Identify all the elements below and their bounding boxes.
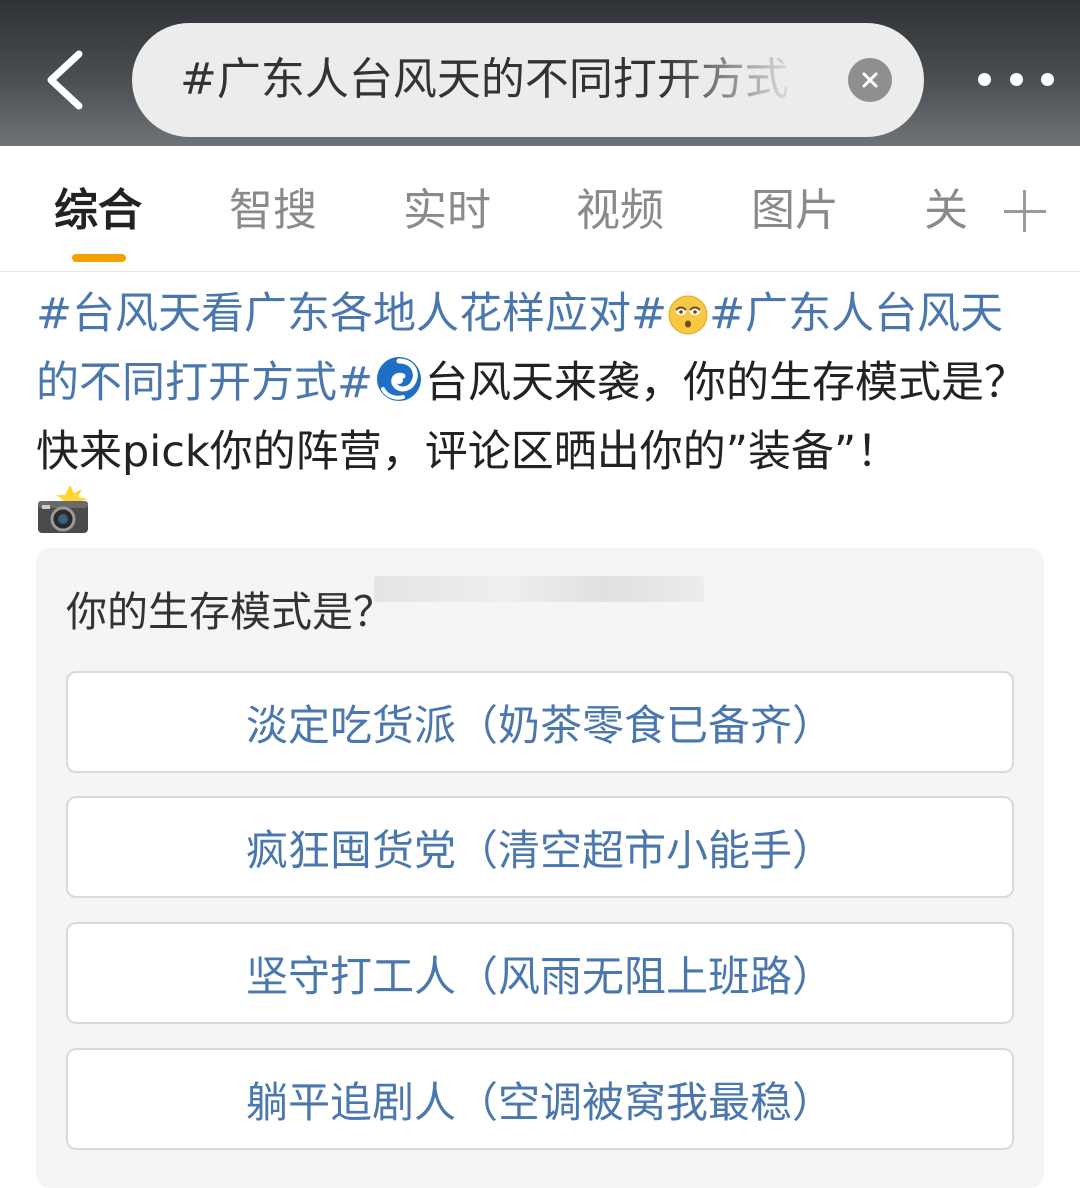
rolling-eyes-emoji-icon	[667, 292, 709, 353]
active-tab-indicator	[72, 254, 126, 262]
poll-option-3[interactable]: 坚守打工人（风雨无阻上班路）	[66, 922, 1014, 1024]
poll-card: 你的生存模式是？ 淡定吃货派（奶茶零食已备齐） 疯狂囤货党（清空超市小能手） 坚…	[36, 548, 1044, 1188]
tab-pictures[interactable]: 图片	[751, 176, 839, 246]
search-box[interactable]: #广东人台风天的不同打开方式	[132, 23, 924, 137]
tab-bar: 综合 智搜 实时 视频 图片 关	[0, 146, 1080, 272]
poll-option-1[interactable]: 淡定吃货派（奶茶零食已备齐）	[66, 671, 1014, 773]
tab-follow[interactable]: 关	[924, 176, 968, 246]
tab-comprehensive[interactable]: 综合	[54, 176, 142, 246]
cyclone-emoji-icon	[373, 353, 425, 422]
tab-realtime[interactable]: 实时	[403, 176, 491, 246]
search-input[interactable]: #广东人台风天的不同打开方式	[180, 23, 800, 137]
add-tab-button[interactable]	[1000, 176, 1050, 246]
poll-question: 你的生存模式是？	[66, 588, 394, 636]
clear-search-button[interactable]	[848, 58, 892, 102]
close-icon	[862, 72, 878, 88]
poll-option-4[interactable]: 躺平追剧人（空调被窝我最稳）	[66, 1048, 1014, 1150]
more-dot	[1009, 72, 1023, 86]
blurred-overlay	[374, 576, 704, 602]
more-dots-icon	[978, 72, 991, 86]
top-bar: #广东人台风天的不同打开方式	[0, 0, 1080, 146]
back-button[interactable]	[30, 40, 100, 120]
topic-link[interactable]: #台风天看广东各地人花样应对#	[36, 289, 667, 339]
post-content: #台风天看广东各地人花样应对# #广东人台风天的不同打开方式# 台风天来袭，你的…	[36, 284, 1046, 552]
poll-option-2[interactable]: 疯狂囤货党（清空超市小能手）	[66, 796, 1014, 898]
tab-smart-search[interactable]: 智搜	[229, 176, 317, 246]
tab-video[interactable]: 视频	[576, 176, 664, 246]
chevron-left-icon	[47, 50, 83, 110]
more-dot	[1041, 72, 1054, 86]
more-button[interactable]	[978, 56, 1054, 102]
camera-flash-emoji-icon	[36, 483, 92, 552]
